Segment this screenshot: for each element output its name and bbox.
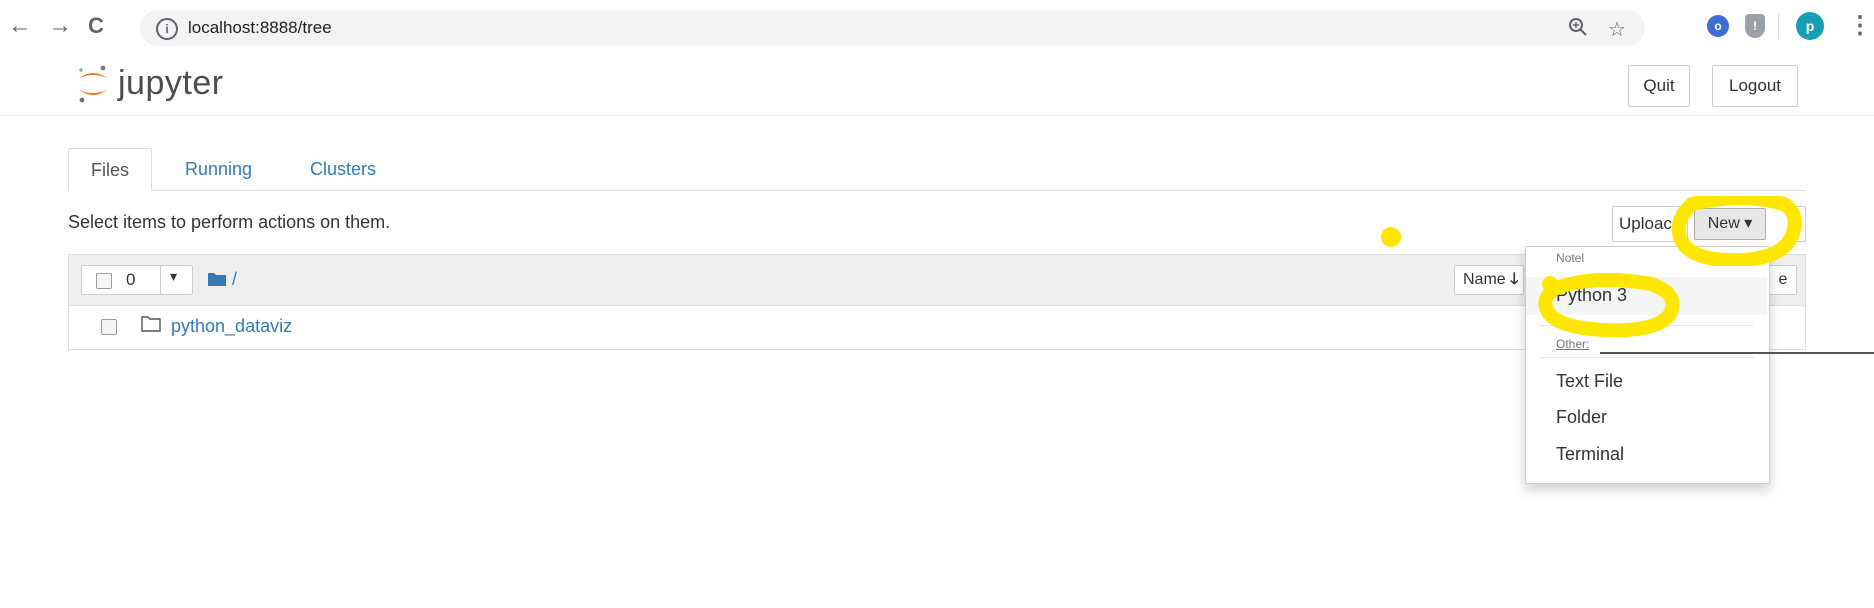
address-url[interactable]: localhost:8888/tree xyxy=(188,18,332,38)
forward-arrow-icon[interactable]: → xyxy=(48,12,72,40)
bookmark-star-icon[interactable]: ☆ xyxy=(1608,17,1626,42)
help-text: Select items to perform actions on them. xyxy=(68,212,391,232)
tab-bar: Files Running Clusters xyxy=(68,148,1806,191)
annotation-line xyxy=(1600,352,1874,354)
address-bar[interactable]: i localhost:8888/tree ☆ xyxy=(140,10,1645,46)
breadcrumb[interactable]: / xyxy=(207,269,237,290)
menu-divider xyxy=(1540,357,1754,358)
select-menu-caret-icon[interactable]: ▾ xyxy=(170,268,177,285)
annotation-circle-python xyxy=(1538,272,1680,338)
select-all-group[interactable]: 0 ▾ xyxy=(81,265,193,295)
folder-link[interactable]: python_dataviz xyxy=(171,316,292,337)
toolbar-separator xyxy=(1778,14,1779,38)
kebab-menu-icon[interactable]: ⋮ xyxy=(1848,12,1872,40)
notebook-header: Notel xyxy=(1556,251,1585,265)
reload-icon[interactable]: C xyxy=(88,12,104,40)
browser-toolbar: ← → C i localhost:8888/tree ☆ o ! p ⋮ xyxy=(0,0,1874,52)
folder-outline-icon xyxy=(141,315,161,338)
tab-files[interactable]: Files xyxy=(68,148,153,191)
extension-icon[interactable]: o xyxy=(1707,15,1729,37)
menu-item-folder[interactable]: Folder xyxy=(1556,407,1607,428)
jupyter-logo-icon[interactable] xyxy=(76,62,110,111)
row-checkbox[interactable] xyxy=(101,319,117,335)
menu-item-terminal[interactable]: Terminal xyxy=(1556,444,1624,465)
logout-button[interactable]: Logout xyxy=(1712,65,1798,107)
last-modified-sort-button[interactable]: e xyxy=(1769,265,1797,295)
tab-running[interactable]: Running xyxy=(163,148,274,190)
sort-label: Name xyxy=(1463,271,1506,288)
breadcrumb-path[interactable]: / xyxy=(232,269,237,289)
tab-clusters[interactable]: Clusters xyxy=(288,148,398,190)
selected-count: 0 xyxy=(126,270,136,289)
select-all-checkbox[interactable] xyxy=(96,273,112,289)
zoom-icon[interactable] xyxy=(1568,17,1588,43)
folder-icon xyxy=(208,273,226,286)
jupyter-logo-text[interactable]: jupyter xyxy=(118,64,224,103)
menu-item-text-file[interactable]: Text File xyxy=(1556,371,1623,392)
annotation-dot xyxy=(1381,227,1401,247)
select-group-divider xyxy=(160,266,161,294)
site-info-icon[interactable]: i xyxy=(156,18,178,40)
jupyter-header xyxy=(0,52,1874,116)
sort-arrow-icon: 🡓 xyxy=(1510,271,1519,288)
quit-button[interactable]: Quit xyxy=(1628,65,1690,107)
sort-by-name-button[interactable]: Name 🡓 xyxy=(1454,265,1524,295)
back-arrow-icon[interactable]: ← xyxy=(8,12,32,40)
profile-avatar[interactable]: p xyxy=(1796,12,1824,40)
annotation-circle-new xyxy=(1672,196,1802,266)
shield-extension-icon[interactable]: ! xyxy=(1745,14,1765,38)
